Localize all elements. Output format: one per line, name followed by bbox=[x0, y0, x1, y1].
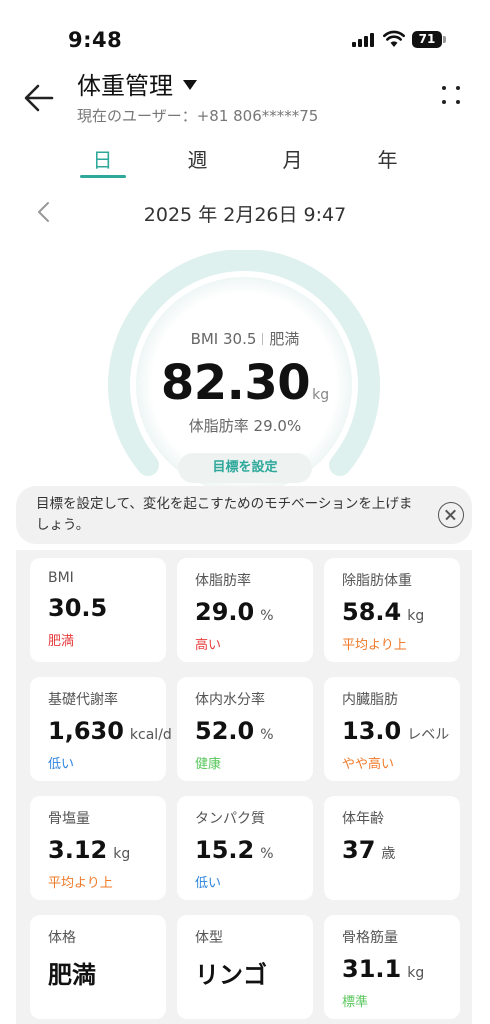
cellular-signal-icon bbox=[352, 33, 376, 47]
metric-card[interactable]: 体脂肪率 29.0% 高い bbox=[177, 558, 313, 662]
bmi-line: BMI 30.5 肥満 bbox=[0, 328, 490, 349]
dropdown-caret-icon bbox=[183, 79, 197, 90]
metric-value: 30.5 bbox=[48, 594, 108, 622]
weight-unit: kg bbox=[312, 387, 330, 403]
metric-value: 52.0 bbox=[195, 717, 255, 745]
metric-unit: kcal/d bbox=[129, 727, 172, 743]
metric-card[interactable]: 体内水分率 52.0% 健康 bbox=[177, 677, 313, 781]
status-time: 9:48 bbox=[68, 28, 123, 52]
metric-label: 体脂肪率 bbox=[195, 573, 251, 589]
tab-month[interactable]: 月 bbox=[245, 140, 340, 180]
metric-label: 骨塩量 bbox=[48, 811, 90, 827]
bmi-summary: BMI 30.5 bbox=[190, 330, 257, 348]
metric-status: 肥満 bbox=[48, 634, 75, 649]
more-options-icon[interactable] bbox=[440, 84, 464, 108]
metric-card[interactable]: BMI 30.5 肥満 bbox=[30, 558, 166, 662]
metric-status: 高い bbox=[195, 638, 222, 653]
metric-label: 内臓脂肪 bbox=[342, 692, 398, 708]
metric-unit: % bbox=[260, 727, 274, 743]
metric-status: 標準 bbox=[342, 995, 369, 1010]
metric-label: 基礎代謝率 bbox=[48, 692, 118, 708]
metric-label: 体格 bbox=[48, 930, 76, 946]
period-tabs: 日 週 月 年 bbox=[55, 140, 435, 180]
weight-summary: BMI 30.5 肥満 82.30 kg 体脂肪率 29.0% bbox=[0, 328, 490, 436]
metric-unit: kg bbox=[407, 608, 425, 624]
back-arrow-icon[interactable] bbox=[20, 78, 60, 118]
metric-value: 31.1 bbox=[342, 955, 402, 983]
metric-status: やや高い bbox=[342, 757, 395, 772]
metric-label: BMI bbox=[48, 570, 74, 586]
metric-label: 体内水分率 bbox=[195, 692, 265, 708]
wifi-icon bbox=[383, 30, 405, 47]
metric-status: 低い bbox=[195, 876, 222, 891]
status-bar: 9:48 71 bbox=[0, 0, 490, 60]
close-icon[interactable] bbox=[438, 502, 464, 528]
metric-card[interactable]: 骨塩量 3.12 kg 平均より上 bbox=[30, 796, 166, 900]
metric-unit: kg bbox=[113, 846, 131, 862]
metric-value: 1,630 bbox=[48, 717, 124, 745]
metric-card[interactable]: タンパク質 15.2% 低い bbox=[177, 796, 313, 900]
metric-value: 肥満 bbox=[48, 961, 96, 989]
metric-label: タンパク質 bbox=[195, 811, 265, 827]
bmi-category: 肥満 bbox=[269, 330, 300, 348]
metric-unit: % bbox=[260, 608, 274, 624]
battery-icon: 71 bbox=[412, 31, 442, 48]
metric-card[interactable]: 基礎代謝率 1,630 kcal/d 低い bbox=[30, 677, 172, 781]
metric-card[interactable]: 体年齢 37 歳 bbox=[324, 796, 460, 900]
metric-card[interactable]: 体格 肥満 bbox=[30, 915, 166, 1019]
metric-value: 29.0 bbox=[195, 598, 255, 626]
measurement-date: 2025 年 2月26日 9:47 bbox=[143, 204, 347, 226]
metric-value: 3.12 bbox=[48, 836, 108, 864]
metric-unit: レベル bbox=[407, 727, 450, 743]
tab-year[interactable]: 年 bbox=[340, 140, 435, 180]
metric-value: 37 bbox=[342, 836, 376, 864]
weight-value: 82.30 bbox=[160, 355, 311, 411]
metric-status: 健康 bbox=[195, 757, 222, 772]
metric-card[interactable]: 体型 リンゴ bbox=[177, 915, 313, 1019]
tab-week[interactable]: 週 bbox=[150, 140, 245, 180]
metric-card[interactable]: 内臓脂肪 13.0 レベル やや高い bbox=[324, 677, 460, 781]
metric-unit: % bbox=[260, 846, 274, 862]
tip-text: 目標を設定して、変化を起こすためのモチベーションを上げましょう。 bbox=[36, 496, 413, 533]
metric-status: 低い bbox=[48, 757, 75, 772]
body-fat-summary: 体脂肪率 29.0% bbox=[188, 417, 302, 435]
separator bbox=[262, 333, 264, 345]
metric-value: 13.0 bbox=[342, 717, 402, 745]
metric-value: リンゴ bbox=[195, 961, 267, 989]
tab-day[interactable]: 日 bbox=[55, 140, 150, 180]
metric-label: 体型 bbox=[195, 930, 223, 946]
metric-card[interactable]: 骨格筋量 31.1 kg 標準 bbox=[324, 915, 460, 1019]
metric-card[interactable]: 除脂肪体重 58.4 kg 平均より上 bbox=[324, 558, 460, 662]
header-title-area[interactable]: 体重管理 現在のユーザー：+81 806*****75 bbox=[77, 66, 318, 126]
metric-status: 平均より上 bbox=[48, 876, 113, 891]
metric-label: 骨格筋量 bbox=[342, 930, 398, 946]
current-user-label: 現在のユーザー：+81 806*****75 bbox=[77, 107, 319, 125]
set-goal-button[interactable]: 目標を設定 bbox=[178, 453, 312, 483]
metric-value: 58.4 bbox=[342, 598, 402, 626]
metric-value: 15.2 bbox=[195, 836, 255, 864]
metric-status: 平均より上 bbox=[342, 638, 407, 653]
metric-label: 除脂肪体重 bbox=[342, 573, 412, 589]
metric-unit: kg bbox=[407, 965, 425, 981]
tip-banner: 目標を設定して、変化を起こすためのモチベーションを上げましょう。 bbox=[16, 486, 472, 544]
page-title: 体重管理 bbox=[77, 72, 173, 100]
battery-tip bbox=[443, 36, 446, 43]
metric-label: 体年齢 bbox=[342, 811, 384, 827]
metric-unit: 歳 bbox=[381, 846, 396, 862]
metrics-grid: BMI 30.5 肥満 体脂肪率 29.0% 高い 除脂肪体重 58.4 kg 平均より上 基礎代謝… bbox=[30, 558, 460, 1019]
